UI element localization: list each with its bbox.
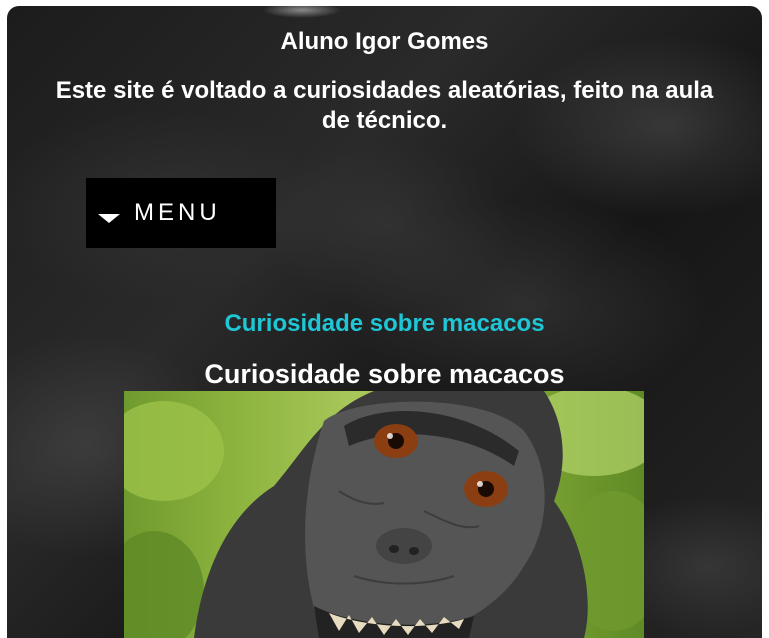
curiosity-link[interactable]: Curiosidade sobre macacos <box>0 309 769 339</box>
caret-down-icon <box>98 213 120 223</box>
section-title: Curiosidade sobre macacos <box>204 359 565 389</box>
monkey-photo <box>124 391 644 638</box>
author-name: Aluno Igor Gomes <box>280 28 489 55</box>
background-highlight <box>262 6 342 18</box>
menu-label: MENU <box>134 199 221 226</box>
page: Aluno Igor Gomes Este site é voltado a c… <box>0 0 769 638</box>
site-description: Este site é voltado a curiosidades aleat… <box>55 77 714 134</box>
menu-button[interactable]: MENU <box>86 178 276 248</box>
